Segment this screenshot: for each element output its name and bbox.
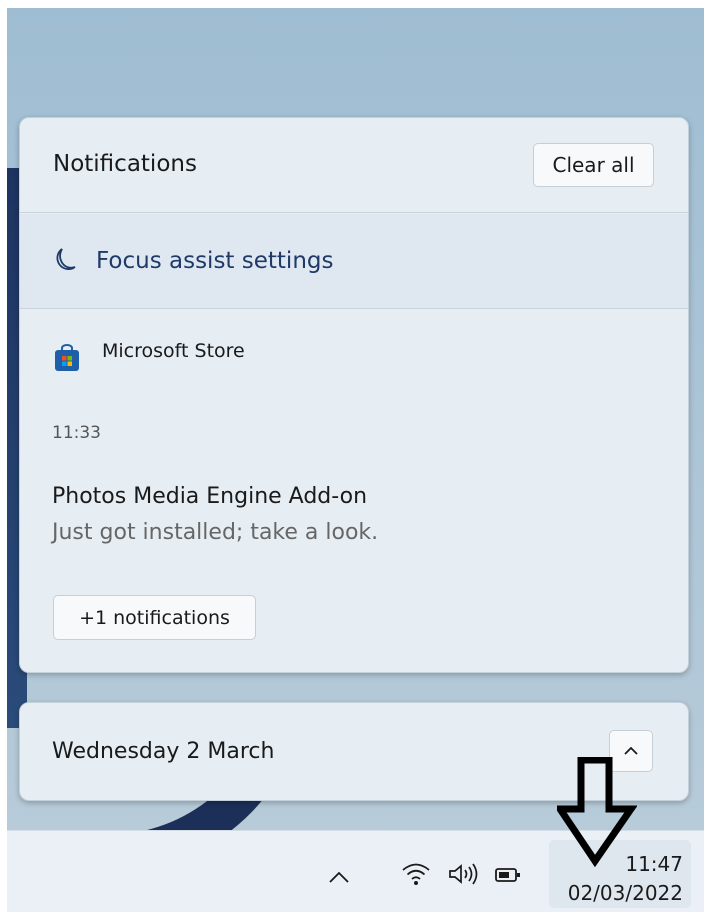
microsoft-store-icon [55, 344, 79, 371]
volume-icon[interactable] [447, 861, 481, 887]
show-hidden-icons-chevron-icon[interactable] [327, 869, 351, 885]
battery-icon[interactable] [495, 867, 521, 883]
focus-assist-settings-link[interactable]: Focus assist settings [20, 214, 688, 309]
notification-center: Notifications Clear all Focus assist set… [19, 117, 689, 673]
notification-header: Notifications Clear all [20, 118, 688, 213]
notification-app-name: Microsoft Store [102, 340, 245, 362]
wifi-icon[interactable] [400, 861, 432, 887]
notification-title[interactable]: Photos Media Engine Add-on [52, 484, 367, 509]
moon-icon [56, 248, 76, 270]
clear-all-button[interactable]: Clear all [533, 143, 654, 187]
calendar-date-label[interactable]: Wednesday 2 March [52, 739, 274, 764]
notification-body[interactable]: Just got installed; take a look. [52, 520, 378, 545]
notification-time: 11:33 [52, 423, 101, 443]
annotation-arrow-down-icon [557, 757, 637, 867]
clock-date: 02/03/2022 [567, 881, 683, 905]
panel-title: Notifications [53, 151, 197, 177]
focus-assist-label: Focus assist settings [96, 248, 334, 274]
more-notifications-button[interactable]: +1 notifications [53, 595, 256, 640]
chevron-up-icon [624, 746, 638, 755]
